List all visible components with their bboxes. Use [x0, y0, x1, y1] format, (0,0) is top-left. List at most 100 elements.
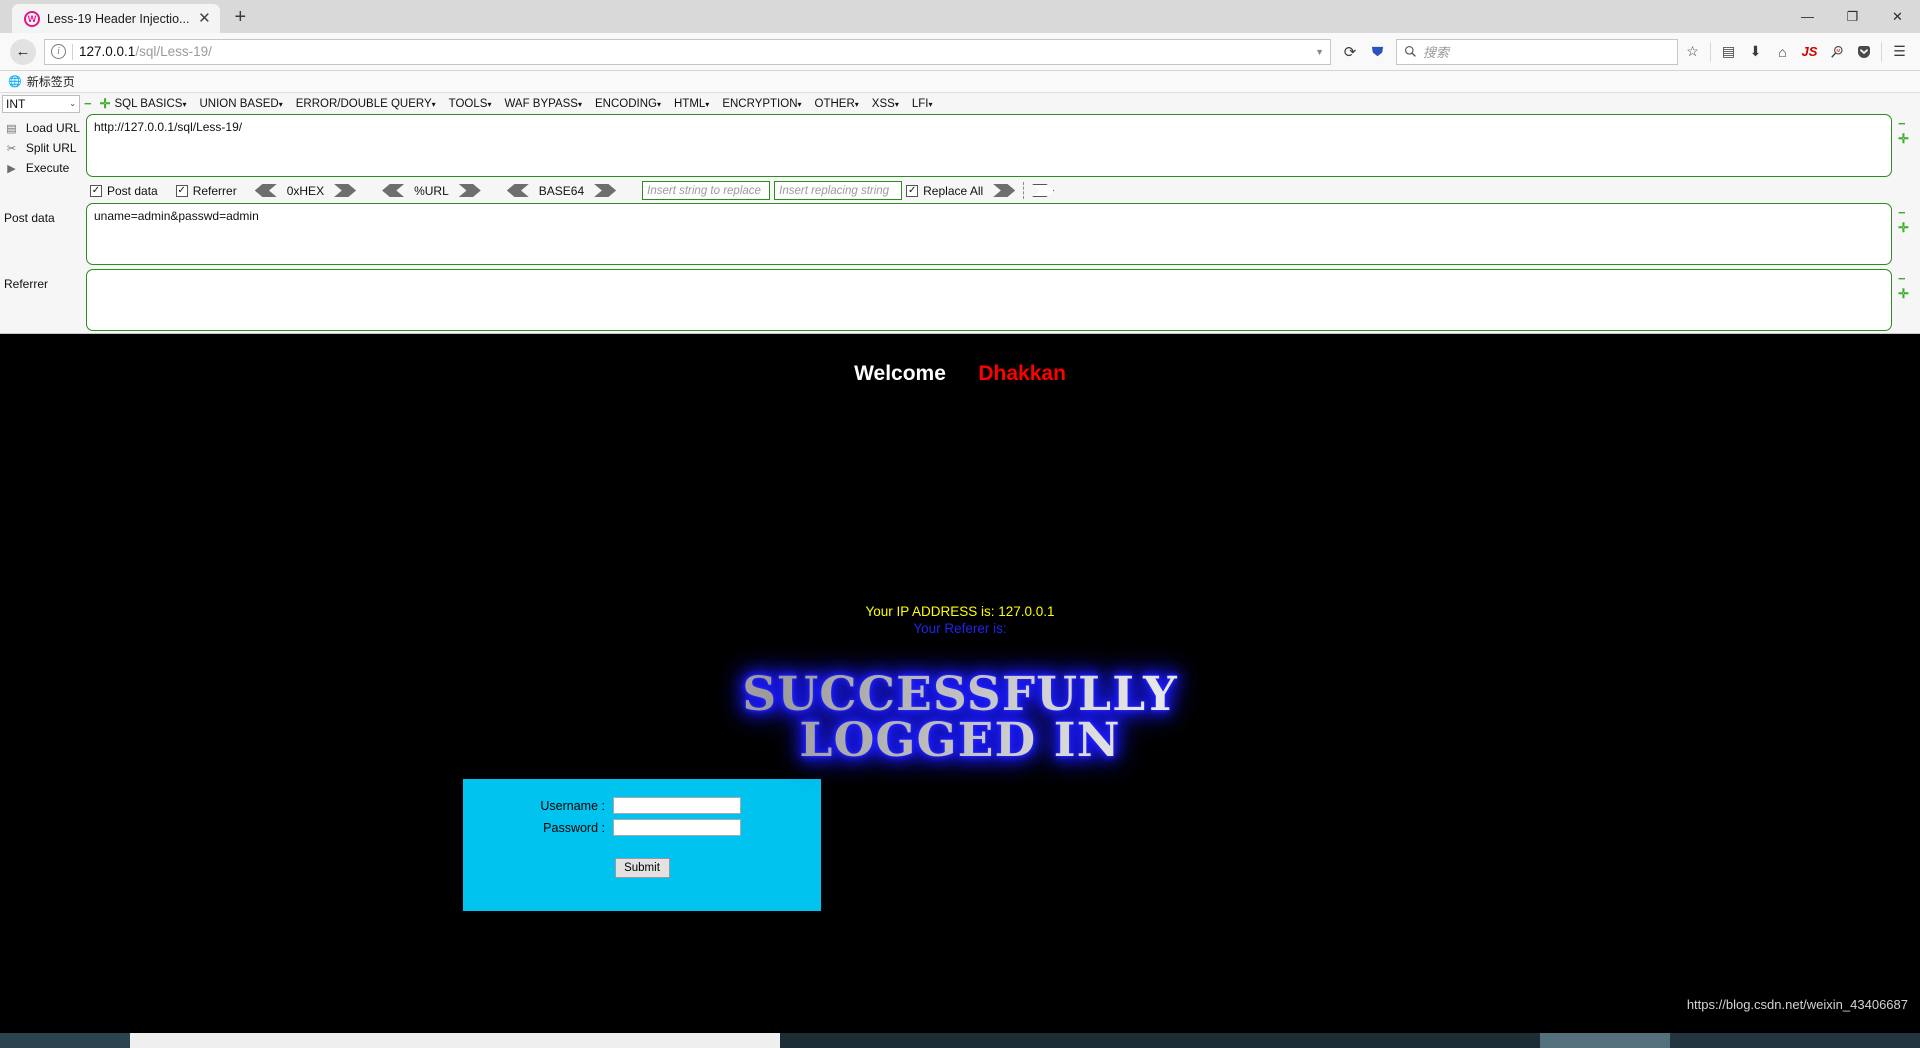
address-bar[interactable]: i 127.0.0.1/sql/Less-19/ ▼ [44, 38, 1331, 65]
hackbar-menu-other[interactable]: OTHER▾ [815, 98, 859, 110]
hackbar-referrer-markers: − ✛ [1898, 269, 1920, 300]
caret-icon: ▾ [854, 99, 859, 109]
hackbar-options-row: ✓ Post data ✓ Referrer 0xHEX %URL BASE64… [0, 178, 1920, 203]
load-url-icon: ▤ [6, 122, 17, 135]
tab-close-icon[interactable]: ✕ [196, 11, 212, 26]
base64-encode-button[interactable] [594, 184, 617, 197]
hackbar-plus-button[interactable]: ✛ [100, 97, 111, 110]
checkbox-icon: ✓ [90, 184, 102, 197]
hackbar-menu-xss[interactable]: XSS▾ [872, 98, 899, 110]
url-history-dropdown-icon[interactable]: ▼ [1315, 47, 1324, 57]
hackbar-menu-html[interactable]: HTML▾ [674, 98, 709, 110]
info-block: Your IP ADDRESS is: 127.0.0.1 Your Refer… [0, 386, 1920, 636]
hex-encode-button[interactable] [334, 184, 357, 197]
url-decode-button[interactable] [382, 184, 405, 197]
url-encode-group: %URL [382, 184, 481, 198]
os-taskbar [0, 1033, 1920, 1048]
replace-apply-button[interactable] [993, 184, 1016, 197]
base64-label: BASE64 [538, 183, 585, 198]
hackbar-menu-waf-bypass[interactable]: WAF BYPASS▾ [504, 98, 582, 110]
replace-from-input[interactable]: Insert string to replace [642, 181, 771, 200]
username-input[interactable] [613, 797, 741, 814]
bookmark-item-new-tab[interactable]: 新标签页 [27, 73, 75, 90]
hackbar-load-url-button[interactable]: ▤ Load URL [0, 118, 80, 138]
execute-icon: ▶ [7, 162, 16, 175]
password-input[interactable] [613, 819, 741, 836]
hackbar-minus-button[interactable]: − [84, 97, 92, 110]
base64-decode-button[interactable] [506, 184, 529, 197]
home-icon[interactable]: ⌂ [1770, 37, 1795, 67]
referrer-checkbox-label: Referrer [192, 183, 237, 198]
hackbar-menu-tools[interactable]: TOOLS▾ [449, 98, 492, 110]
hackbar-post-data-input[interactable]: uname=admin&passwd=admin [86, 203, 1892, 265]
hackbar-type-value: INT [6, 96, 26, 111]
pocket-icon[interactable] [1365, 37, 1390, 67]
taskbar-clock-region[interactable] [1670, 1033, 1920, 1048]
browser-tab[interactable]: W Less-19 Header Injectio... ✕ [12, 4, 221, 33]
hackbar-options: ✓ Post data ✓ Referrer 0xHEX %URL BASE64… [86, 178, 1920, 203]
tab-strip: W Less-19 Header Injectio... ✕ + — ❐ ✕ [0, 0, 1920, 33]
menu-label: SQL BASICS [114, 97, 183, 110]
options-divider [1023, 182, 1025, 199]
split-url-icon: ✂ [6, 142, 17, 155]
hackbar-menu-sql-basics[interactable]: SQL BASICS▾ [115, 98, 187, 110]
marker-minus-icon[interactable]: − [1898, 117, 1920, 130]
library-icon[interactable]: ▤ [1716, 37, 1741, 67]
replace-outline-button[interactable] [1032, 184, 1055, 197]
hackbar-menu-lfi[interactable]: LFI▾ [912, 98, 933, 110]
globe-icon: 🌐 [8, 76, 22, 88]
referrer-label-wrap: Referrer [0, 269, 86, 291]
window-close-button[interactable]: ✕ [1875, 0, 1920, 33]
window-maximize-button[interactable]: ❐ [1830, 0, 1875, 33]
search-bar[interactable]: 搜索 [1396, 38, 1678, 65]
javascript-toggle-icon[interactable]: JS [1797, 37, 1822, 67]
post-data-checkbox[interactable]: ✓ Post data [90, 184, 158, 198]
hackbar-menu-error-double-query[interactable]: ERROR/DOUBLE QUERY▾ [296, 98, 436, 110]
marker-minus-icon[interactable]: − [1898, 272, 1920, 285]
hackbar-type-select[interactable]: INT ⌄ [2, 94, 80, 113]
caret-icon: ▾ [487, 99, 492, 109]
pocket-save-icon[interactable] [1851, 37, 1876, 67]
success-banner-line1: SUCCESSFULLY [742, 667, 1178, 722]
welcome-username: Dhakkan [978, 362, 1066, 385]
reload-button[interactable]: ⟳ [1337, 43, 1363, 61]
back-button[interactable]: ← [8, 37, 38, 67]
chevron-down-icon: ⌄ [69, 99, 76, 108]
site-info-icon[interactable]: i [51, 44, 66, 59]
marker-plus-icon[interactable]: ✛ [1898, 287, 1920, 300]
marker-plus-icon[interactable]: ✛ [1898, 221, 1920, 234]
load-url-label: Load URL [25, 121, 80, 135]
caret-icon: ▾ [182, 99, 187, 109]
hackbar-menu-union-based[interactable]: UNION BASED▾ [199, 98, 282, 110]
replace-to-input[interactable]: Insert replacing string [774, 181, 903, 200]
hackbar-menu-encoding[interactable]: ENCODING▾ [595, 98, 661, 110]
taskbar-start-region[interactable] [0, 1033, 130, 1048]
taskbar-tray-region[interactable] [1540, 1033, 1670, 1048]
replace-all-checkbox[interactable]: ✓ Replace All [906, 184, 983, 198]
marker-minus-icon[interactable]: − [1898, 206, 1920, 219]
menu-label: LFI [911, 97, 929, 110]
menu-hamburger-icon[interactable]: ☰ [1887, 37, 1912, 67]
new-tab-button[interactable]: + [234, 6, 246, 33]
hackbar-split-url-button[interactable]: ✂ Split URL [0, 138, 80, 158]
url-encode-button[interactable] [458, 184, 481, 197]
hackbar-menu-encryption[interactable]: ENCRYPTION▾ [722, 98, 801, 110]
hackbar-execute-button[interactable]: ▶ Execute [0, 158, 80, 178]
window-minimize-button[interactable]: — [1785, 0, 1830, 33]
referrer-checkbox[interactable]: ✓ Referrer [175, 183, 237, 198]
menu-label: ENCRYPTION [722, 97, 798, 110]
downloads-icon[interactable]: ⬇ [1743, 37, 1768, 67]
welcome-heading: Welcome Dhakkan [0, 334, 1920, 386]
wappalyzer-icon[interactable]: M [1824, 37, 1849, 67]
hex-decode-button[interactable] [254, 184, 277, 197]
menu-label: OTHER [814, 97, 855, 110]
bookmark-star-icon[interactable]: ☆ [1680, 37, 1705, 67]
marker-plus-icon[interactable]: ✛ [1898, 132, 1920, 145]
page-content: Welcome Dhakkan Username : Password : Su… [0, 334, 1920, 1020]
navigation-toolbar: ← i 127.0.0.1/sql/Less-19/ ▼ ⟳ 搜索 ☆ ▤ ⬇ … [0, 33, 1920, 71]
submit-button[interactable]: Submit [614, 858, 670, 878]
post-data-label: Post data [4, 211, 55, 225]
taskbar-active-window[interactable] [130, 1033, 780, 1048]
hackbar-url-input[interactable]: http://127.0.0.1/sql/Less-19/ [86, 114, 1892, 177]
hackbar-referrer-input[interactable] [86, 269, 1892, 331]
